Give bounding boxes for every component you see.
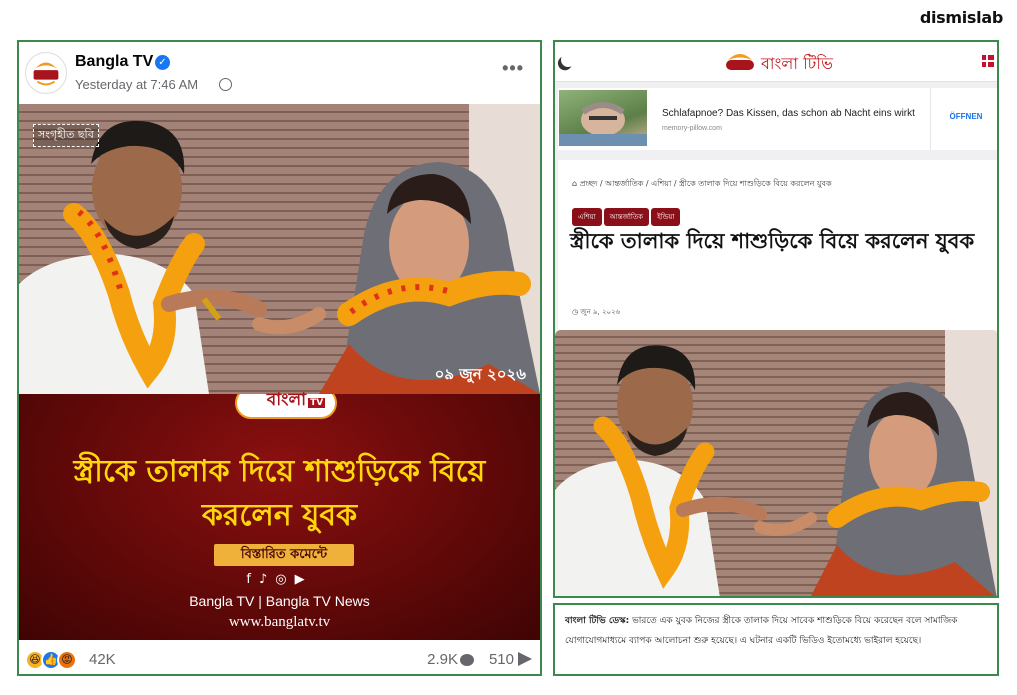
banner-headline-line1: স্ত্রীকে তালাক দিয়ে শাশুড়িকে বিয়ে xyxy=(73,454,486,489)
couple-photo-image xyxy=(19,104,540,394)
reaction-count[interactable]: 42K xyxy=(89,651,116,668)
photo-source-tag: সংগৃহীত ছবি xyxy=(33,124,99,147)
instagram-icon: ◎ xyxy=(275,572,295,587)
brand-logo: dismislab xyxy=(919,8,1003,27)
post-timestamp[interactable]: Yesterday at 7:46 AM xyxy=(75,77,198,92)
ad-open-button[interactable]: ÖFFNEN xyxy=(938,112,994,121)
home-icon[interactable]: ⌂ xyxy=(572,179,580,188)
post-footer: 😆 👍 😡 42K 2.9K 510 xyxy=(19,642,540,674)
post-header: Bangla TV ✓ Yesterday at 7:46 AM ••• xyxy=(19,42,540,104)
ad-domain: memory-pillow.com xyxy=(662,125,722,132)
site-header: বাংলা টিভি xyxy=(555,42,997,82)
youtube-icon: ▶ xyxy=(294,572,313,587)
share-count[interactable]: 510 xyxy=(489,651,514,668)
sleeping-man-image xyxy=(559,102,647,146)
article-title: স্ত্রীকে তালাক দিয়ে শাশুড়িকে বিয়ে করল… xyxy=(570,229,975,253)
ad-title[interactable]: Schlafapnoe? Das Kissen, das schon ab Na… xyxy=(662,108,915,119)
article-header: ⌂ প্রচ্ছদ / আন্তর্জাতিক / এশিয়া / স্ত্র… xyxy=(558,160,997,330)
angry-reaction-icon: 😡 xyxy=(57,650,77,670)
page-name[interactable]: Bangla TV xyxy=(75,53,153,71)
verified-badge-icon: ✓ xyxy=(155,55,170,70)
banner-headline: স্ত্রীকে তালাক দিয়ে শাশুড়িকে বিয়ে করল… xyxy=(19,450,540,538)
more-options-button[interactable]: ••• xyxy=(502,58,524,79)
banner-url: www.banglatv.tv xyxy=(228,614,331,630)
desk-label: বাংলা টিভি ডেস্ক: xyxy=(565,616,630,626)
photo-date: ০৯ জুন ২০২৬ xyxy=(434,365,526,383)
article-tags: এশিয়া আন্তর্জাতিক ইন্ডিয়া xyxy=(572,204,682,226)
tiktok-icon: ♪ xyxy=(258,572,276,587)
site-logo-icon[interactable] xyxy=(725,50,755,72)
article-lead-paragraph: বাংলা টিভি ডেস্ক: ভারতে এক যুবক নিজের স্… xyxy=(553,603,999,676)
banner-pages: Bangla TV | Bangla TV News xyxy=(189,593,370,609)
comment-count[interactable]: 2.9K xyxy=(427,651,458,668)
denmark-flag-icon[interactable] xyxy=(982,55,994,67)
comment-icon xyxy=(460,654,474,666)
globe-icon xyxy=(219,78,232,91)
share-icon xyxy=(518,652,532,666)
breadcrumb: ⌂ প্রচ্ছদ / আন্তর্জাতিক / এশিয়া / স্ত্র… xyxy=(572,178,832,191)
bangla-tv-logo-icon xyxy=(26,53,66,93)
see-comments-badge: বিস্তারিত কমেন্টে xyxy=(214,544,354,566)
news-website: বাংলা টিভি Schlafapnoe? Das Kissen, das … xyxy=(553,40,999,598)
article-photo[interactable] xyxy=(555,330,997,596)
site-name[interactable]: বাংলা টিভি xyxy=(761,51,833,78)
banner-logo-text: বাংলা TV xyxy=(266,390,326,410)
news-card-banner: স্ত্রীকে তালাক দিয়ে শাশুড়িকে বিয়ে করল… xyxy=(19,394,540,640)
ad-image xyxy=(559,90,647,146)
facebook-icon: f xyxy=(246,572,259,587)
breadcrumb-text[interactable]: প্রচ্ছদ / আন্তর্জাতিক / এশিয়া / স্ত্রীক… xyxy=(580,179,832,188)
ad-divider xyxy=(930,88,931,150)
facebook-post: Bangla TV ✓ Yesterday at 7:46 AM ••• সংগ… xyxy=(17,40,542,676)
advertisement[interactable]: Schlafapnoe? Das Kissen, das schon ab Na… xyxy=(558,88,997,150)
dark-mode-toggle-icon[interactable] xyxy=(559,51,577,69)
page-avatar[interactable] xyxy=(25,52,67,94)
article-date: ◷ জুন ৯, ২০২৬ xyxy=(572,308,621,316)
couple-photo-image xyxy=(555,330,997,596)
social-icons: f♪◎▶ xyxy=(19,572,540,587)
banner-headline-line2: করলেন যুবক xyxy=(201,498,358,533)
post-photo[interactable]: সংগৃহীত ছবি ০৯ জুন ২০২৬ xyxy=(19,104,540,394)
